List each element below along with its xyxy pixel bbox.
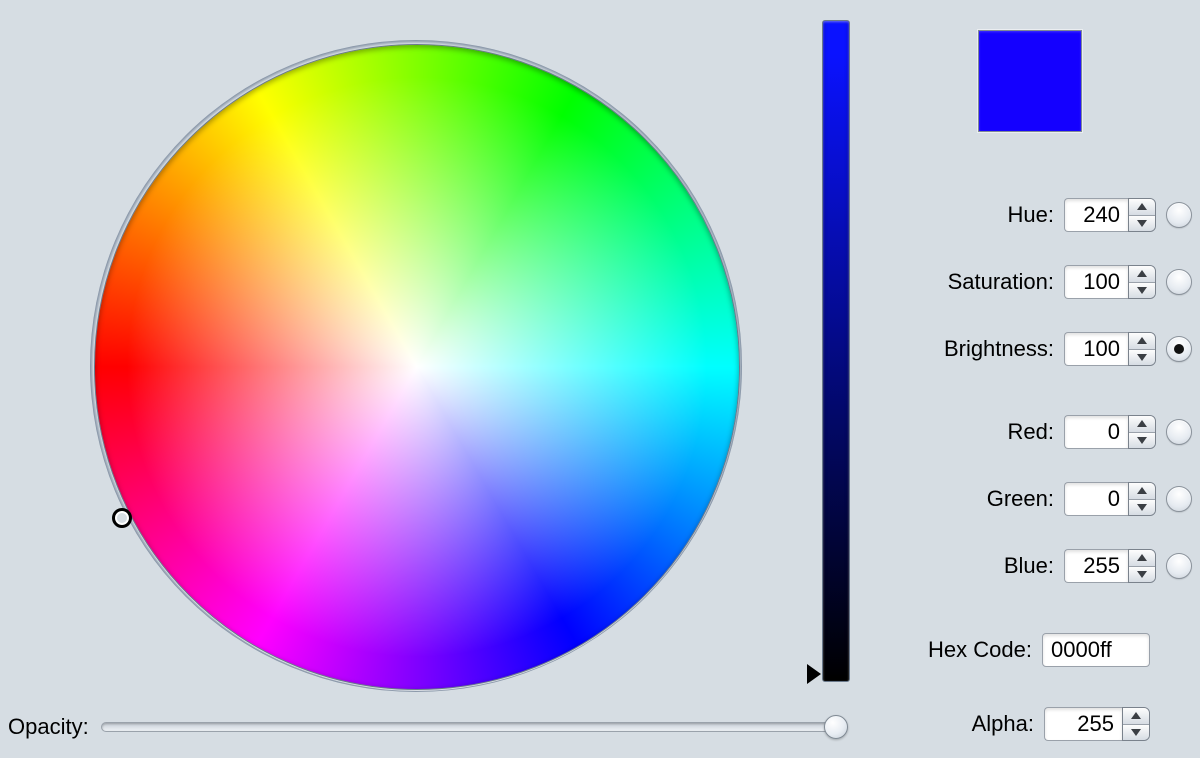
brightness-strip[interactable] (822, 20, 850, 682)
alpha-spinner (1122, 707, 1150, 741)
red-radio[interactable] (1166, 419, 1192, 445)
triangle-down-icon (1137, 504, 1147, 511)
red-spin-up[interactable] (1129, 416, 1155, 432)
triangle-up-icon (1137, 203, 1147, 210)
brightness-label: Brightness: (924, 336, 1054, 362)
triangle-up-icon (1137, 420, 1147, 427)
current-color-swatch (978, 30, 1082, 132)
alpha-input[interactable] (1044, 707, 1122, 741)
hue-spin-down[interactable] (1129, 215, 1155, 232)
red-input[interactable] (1064, 415, 1128, 449)
saturation-label: Saturation: (924, 269, 1054, 295)
blue-label: Blue: (924, 553, 1054, 579)
color-wheel[interactable] (94, 44, 740, 690)
saturation-row: Saturation: (924, 262, 1192, 302)
green-spinner (1128, 482, 1156, 516)
red-row: Red: (924, 412, 1192, 452)
hex-row: Hex Code: (902, 630, 1150, 670)
alpha-label: Alpha: (904, 711, 1034, 737)
saturation-input[interactable] (1064, 265, 1128, 299)
triangle-down-icon (1137, 437, 1147, 444)
red-spin-down[interactable] (1129, 432, 1155, 449)
brightness-row: Brightness: (924, 329, 1192, 369)
green-radio[interactable] (1166, 486, 1192, 512)
triangle-up-icon (1137, 337, 1147, 344)
triangle-down-icon (1137, 220, 1147, 227)
hex-label: Hex Code: (902, 637, 1032, 663)
brightness-spin-down[interactable] (1129, 349, 1155, 366)
hue-radio[interactable] (1166, 202, 1192, 228)
brightness-field (1064, 332, 1156, 366)
blue-spinner (1128, 549, 1156, 583)
alpha-row: Alpha: (904, 704, 1150, 744)
green-spin-up[interactable] (1129, 483, 1155, 499)
triangle-down-icon (1137, 354, 1147, 361)
triangle-up-icon (1131, 712, 1141, 719)
brightness-input[interactable] (1064, 332, 1128, 366)
triangle-down-icon (1137, 287, 1147, 294)
hue-input[interactable] (1064, 198, 1128, 232)
blue-field (1064, 549, 1156, 583)
brightness-arrow-indicator[interactable] (807, 664, 821, 684)
opacity-slider-track[interactable] (101, 722, 837, 732)
hex-input[interactable] (1042, 633, 1150, 667)
saturation-radio[interactable] (1166, 269, 1192, 295)
green-input[interactable] (1064, 482, 1128, 516)
color-wheel-frame (90, 40, 742, 692)
red-label: Red: (924, 419, 1054, 445)
red-spinner (1128, 415, 1156, 449)
blue-spin-up[interactable] (1129, 550, 1155, 566)
opacity-row: Opacity: (8, 714, 837, 740)
alpha-spin-up[interactable] (1123, 708, 1149, 724)
triangle-up-icon (1137, 270, 1147, 277)
blue-input[interactable] (1064, 549, 1128, 583)
color-picker-panel: Hue: Saturation: Brightness: (0, 0, 1200, 758)
triangle-down-icon (1137, 571, 1147, 578)
brightness-spinner (1128, 332, 1156, 366)
saturation-spin-up[interactable] (1129, 266, 1155, 282)
alpha-spin-down[interactable] (1123, 724, 1149, 741)
opacity-label: Opacity: (8, 714, 89, 740)
saturation-spinner (1128, 265, 1156, 299)
blue-row: Blue: (924, 546, 1192, 586)
red-field (1064, 415, 1156, 449)
hue-label: Hue: (924, 202, 1054, 228)
triangle-up-icon (1137, 487, 1147, 494)
blue-radio[interactable] (1166, 553, 1192, 579)
triangle-down-icon (1131, 729, 1141, 736)
green-field (1064, 482, 1156, 516)
hue-row: Hue: (924, 195, 1192, 235)
green-spin-down[interactable] (1129, 499, 1155, 516)
alpha-field (1044, 707, 1150, 741)
saturation-spin-down[interactable] (1129, 282, 1155, 299)
blue-spin-down[interactable] (1129, 566, 1155, 583)
saturation-field (1064, 265, 1156, 299)
hue-spinner (1128, 198, 1156, 232)
triangle-up-icon (1137, 554, 1147, 561)
hue-spin-up[interactable] (1129, 199, 1155, 215)
brightness-radio[interactable] (1166, 336, 1192, 362)
opacity-slider-thumb[interactable] (824, 715, 848, 739)
brightness-spin-up[interactable] (1129, 333, 1155, 349)
hue-field (1064, 198, 1156, 232)
green-row: Green: (924, 479, 1192, 519)
green-label: Green: (924, 486, 1054, 512)
